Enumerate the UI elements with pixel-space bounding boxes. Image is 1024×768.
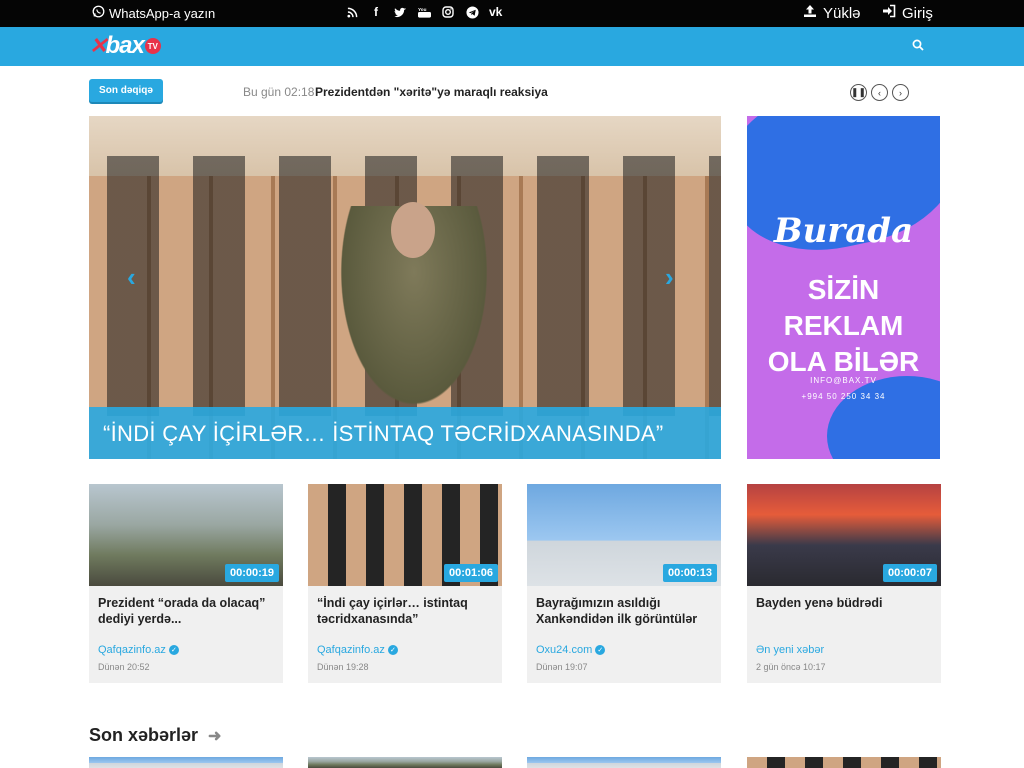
- verified-icon: ✓: [387, 645, 398, 655]
- video-title[interactable]: Bayden yenə büdrədi: [756, 595, 934, 611]
- video-card[interactable]: 00:01:06 “İndi çay içirlər… istintaq təc…: [308, 484, 502, 683]
- news-thumbnail[interactable]: [308, 757, 502, 768]
- video-card[interactable]: 00:00:19 Prezident “orada da olacaq” ded…: [89, 484, 283, 683]
- video-source-label: Ən yeni xəbər: [756, 644, 825, 656]
- video-source[interactable]: Oxu24.com ✓: [536, 644, 606, 656]
- search-button[interactable]: [912, 38, 930, 56]
- video-card[interactable]: 00:00:13 Bayrağımızın asıldığı Xankəndid…: [527, 484, 721, 683]
- video-source[interactable]: Qafqazinfo.az ✓: [98, 644, 179, 656]
- facebook-icon[interactable]: f: [369, 5, 383, 19]
- section-title: Son xəbərlər: [89, 725, 199, 745]
- login-button[interactable]: Giriş: [882, 4, 933, 22]
- advertisement-banner[interactable]: Burada SİZİN REKLAM OLA BİLƏR INFO@BAX.T…: [747, 116, 940, 459]
- whatsapp-link[interactable]: WhatsApp-a yazın: [92, 5, 215, 21]
- slider-next-button[interactable]: ›: [665, 262, 674, 293]
- hero-image-person-head: [391, 202, 435, 258]
- ticker-time: Bu gün 02:18: [243, 85, 315, 99]
- ad-email: INFO@BAX.TV: [810, 376, 877, 385]
- video-date: Dünən 19:07: [536, 662, 588, 672]
- upload-label: Yüklə: [823, 4, 861, 22]
- upload-icon: [803, 4, 817, 22]
- hero-slider[interactable]: ‹ › “İNDİ ÇAY İÇİRLƏR… İSTİNTAQ TƏCRİDXA…: [89, 116, 721, 459]
- video-title[interactable]: “İndi çay içirlər… istintaq təcridxanası…: [317, 595, 495, 627]
- ad-headline: SİZİN REKLAM OLA BİLƏR: [747, 272, 940, 380]
- video-card[interactable]: 00:00:07 Bayden yenə büdrədi Ən yeni xəb…: [747, 484, 941, 683]
- login-label: Giriş: [902, 4, 933, 22]
- ad-line-2: SİZİN REKLAM: [783, 274, 904, 341]
- ticker-headline[interactable]: Prezidentdən "xəritə"yə maraqlı reaksiya: [315, 85, 548, 99]
- hero-caption[interactable]: “İNDİ ÇAY İÇİRLƏR… İSTİNTAQ TƏCRİDXANASI…: [89, 407, 721, 459]
- upload-button[interactable]: Yüklə: [803, 4, 861, 22]
- video-source[interactable]: Ən yeni xəbər: [756, 644, 824, 656]
- rss-icon[interactable]: [345, 5, 359, 19]
- chevron-right-icon: ›: [665, 262, 674, 292]
- pause-icon: ❚❚: [850, 87, 867, 97]
- video-date: Dünən 20:52: [98, 662, 150, 672]
- video-date: 2 gün öncə 10:17: [756, 662, 826, 672]
- chevron-left-icon: ‹: [878, 87, 881, 98]
- video-date: Dünən 19:28: [317, 662, 369, 672]
- ad-decor-blob: [827, 376, 940, 459]
- video-duration: 00:01:06: [443, 564, 498, 582]
- social-links: f You vk: [345, 5, 502, 19]
- news-thumbnail[interactable]: [89, 757, 283, 768]
- breaking-news-badge[interactable]: Son dəqiqə: [89, 79, 163, 102]
- ad-phone: +994 50 250 34 34: [801, 392, 886, 401]
- top-bar: WhatsApp-a yazın f You vk Yüklə Giriş: [0, 0, 1024, 27]
- video-duration: 00:00:13: [662, 564, 717, 582]
- ad-line-1: Burada: [773, 211, 914, 251]
- chevron-right-icon: ›: [899, 87, 902, 98]
- verified-icon: ✓: [168, 645, 179, 655]
- search-icon: [912, 39, 924, 51]
- vk-icon[interactable]: vk: [489, 5, 502, 19]
- ticker-prev-button[interactable]: ‹: [871, 84, 888, 101]
- svg-text:You: You: [418, 7, 427, 12]
- video-source-label: Qafqazinfo.az: [317, 644, 385, 656]
- site-logo[interactable]: ✕ bax TV: [89, 32, 161, 59]
- news-thumbnail[interactable]: [747, 757, 941, 768]
- video-source-label: Oxu24.com: [536, 644, 593, 656]
- telegram-icon[interactable]: [465, 5, 479, 19]
- instagram-icon[interactable]: [441, 5, 455, 19]
- whatsapp-label: WhatsApp-a yazın: [109, 5, 216, 21]
- video-thumbnail[interactable]: 00:00:19: [89, 484, 283, 586]
- video-title[interactable]: Bayrağımızın asıldığı Xankəndidən ilk gö…: [536, 595, 714, 627]
- slider-prev-button[interactable]: ‹: [127, 262, 136, 293]
- video-duration: 00:00:07: [882, 564, 937, 582]
- twitter-icon[interactable]: [393, 5, 407, 19]
- main-navbar: ✕ bax TV: [0, 27, 1024, 66]
- video-thumbnail[interactable]: 00:01:06: [308, 484, 502, 586]
- video-source[interactable]: Qafqazinfo.az ✓: [317, 644, 398, 656]
- arrow-right-icon: ➜: [208, 727, 222, 745]
- video-duration: 00:00:19: [224, 564, 279, 582]
- latest-news-heading[interactable]: Son xəbərlər ➜: [89, 725, 221, 746]
- news-thumbnail[interactable]: [527, 757, 721, 768]
- video-title[interactable]: Prezident “orada da olacaq” dediyi yerdə…: [98, 595, 276, 627]
- chevron-left-icon: ‹: [127, 262, 136, 292]
- breaking-news-ticker: Son dəqiqə Bu gün 02:18 Prezidentdən "xə…: [89, 79, 911, 105]
- ticker-next-button[interactable]: ›: [892, 84, 909, 101]
- ad-line-3: OLA BİLƏR: [767, 346, 920, 377]
- video-thumbnail[interactable]: 00:00:13: [527, 484, 721, 586]
- whatsapp-icon: [92, 5, 105, 21]
- logo-text: bax: [105, 32, 144, 59]
- login-icon: [882, 4, 896, 22]
- verified-icon: ✓: [595, 645, 606, 655]
- video-source-label: Qafqazinfo.az: [98, 644, 166, 656]
- video-thumbnail[interactable]: 00:00:07: [747, 484, 941, 586]
- youtube-icon[interactable]: You: [417, 5, 431, 19]
- ticker-pause-button[interactable]: ❚❚: [850, 84, 867, 101]
- logo-badge: TV: [144, 38, 161, 54]
